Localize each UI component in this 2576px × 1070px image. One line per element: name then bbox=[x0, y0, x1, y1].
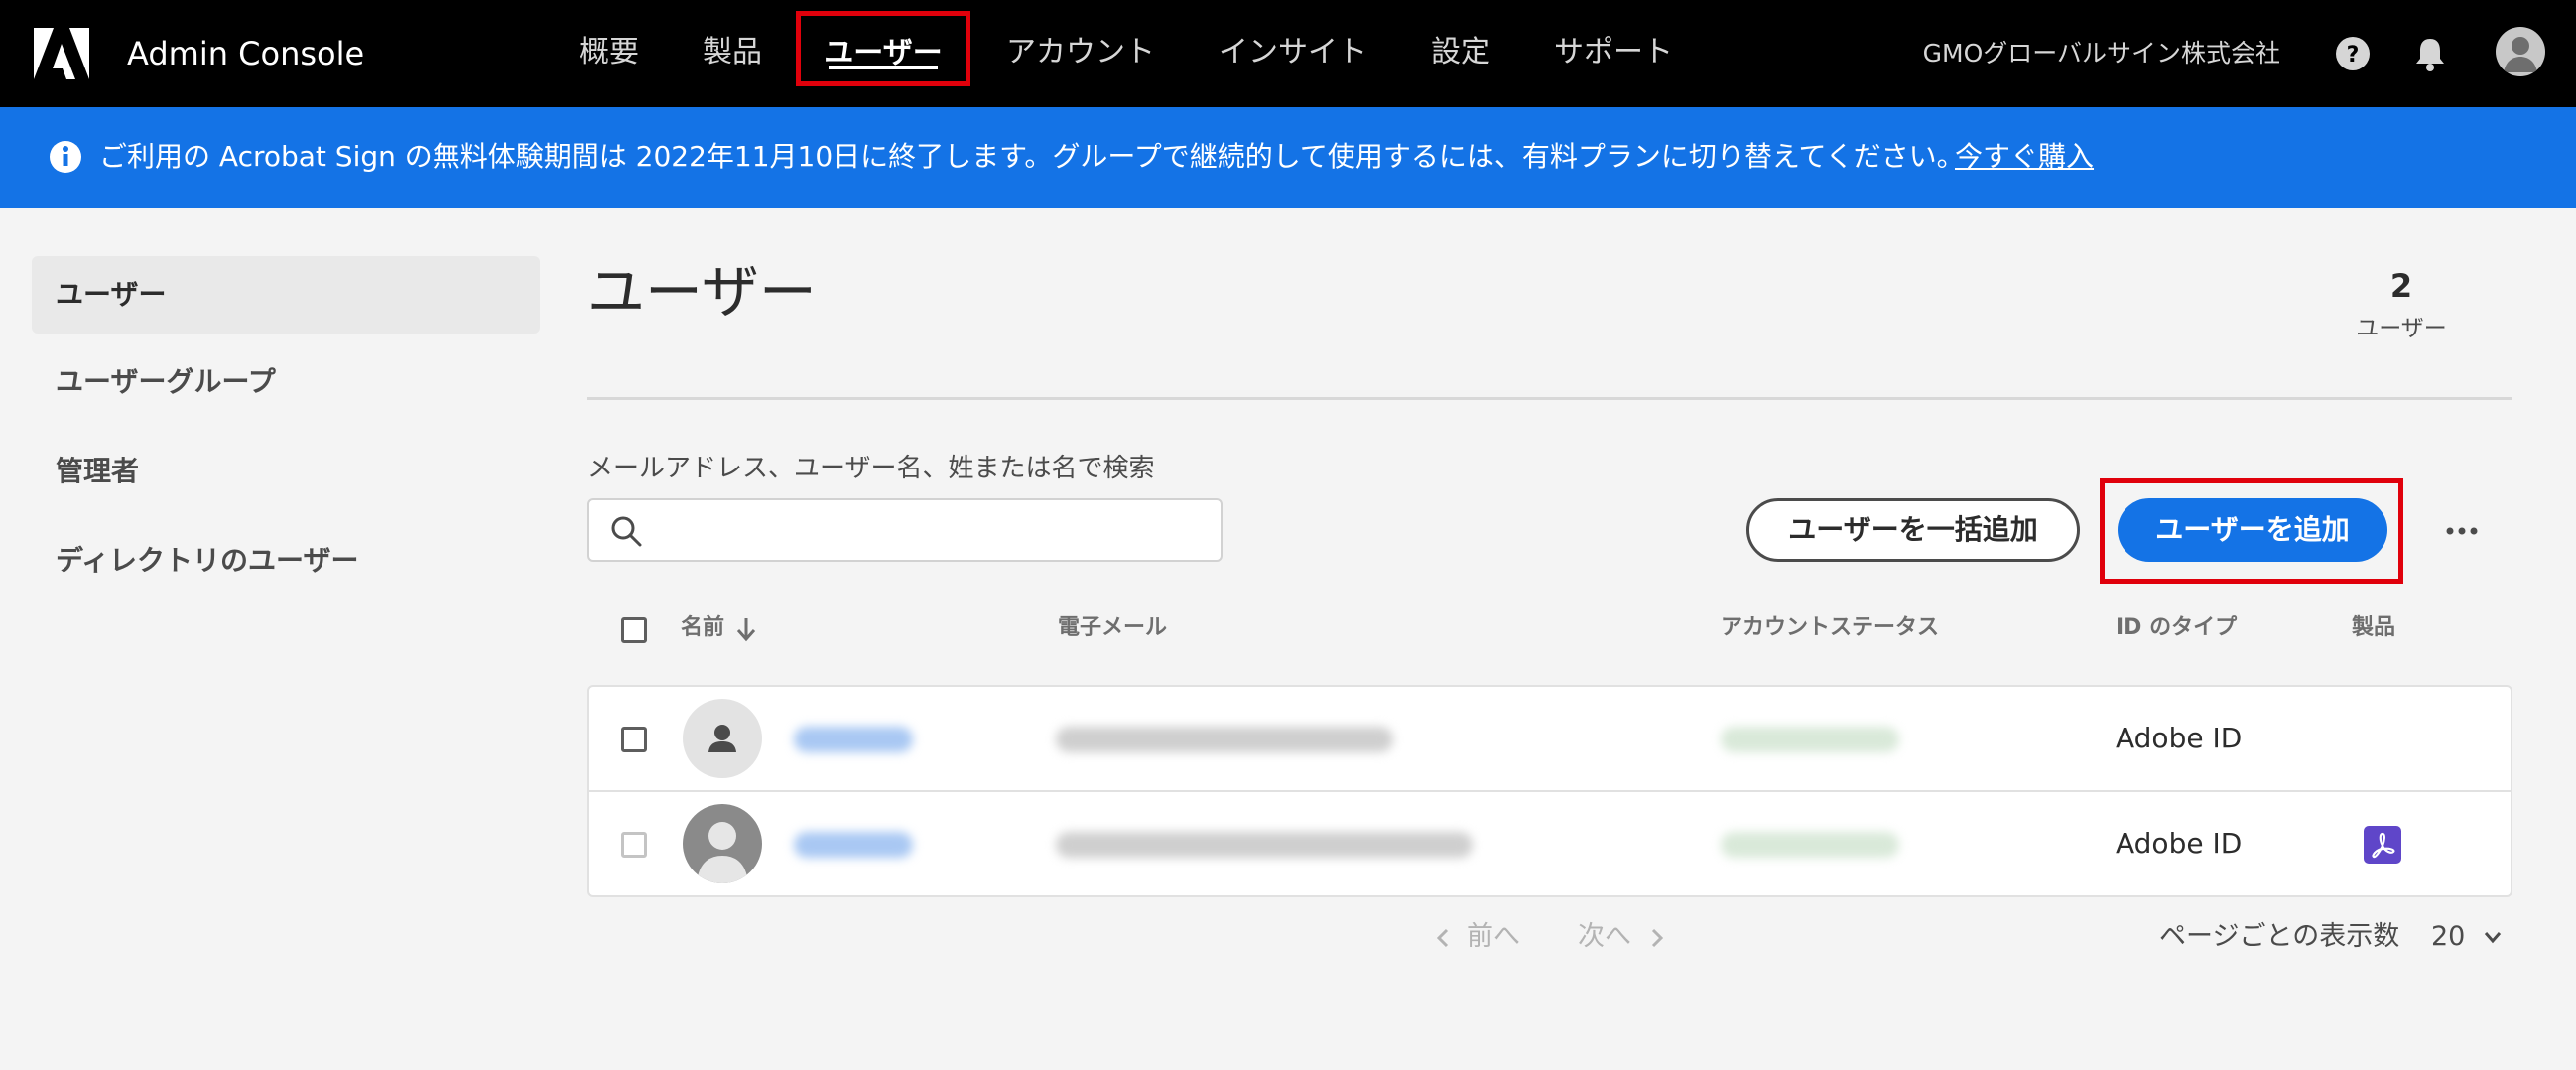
acrobat-icon bbox=[2364, 826, 2401, 864]
column-header-id-type: ID のタイプ bbox=[2116, 615, 2238, 640]
adobe-logo-icon[interactable] bbox=[34, 28, 89, 79]
nav-overview[interactable]: 概要 bbox=[580, 30, 639, 75]
chevron-right-icon bbox=[1647, 927, 1667, 949]
page-title: ユーザー bbox=[587, 258, 817, 326]
select-all-checkbox[interactable] bbox=[621, 617, 647, 643]
user-count: 2 bbox=[2389, 267, 2413, 305]
user-count-label: ユーザー bbox=[2356, 316, 2447, 341]
chevron-down-icon[interactable] bbox=[2481, 925, 2505, 949]
search-label: メールアドレス、ユーザー名、姓または名で検索 bbox=[587, 454, 1155, 483]
per-page-select[interactable]: 20 bbox=[2431, 917, 2465, 957]
id-type: Adobe ID bbox=[2116, 722, 2243, 754]
sidebar-item-administrators[interactable]: 管理者 bbox=[32, 433, 540, 510]
per-page-label: ページごとの表示数 bbox=[2159, 921, 2400, 952]
nav-users[interactable]: ユーザー bbox=[796, 11, 970, 86]
nav-insights[interactable]: インサイト bbox=[1219, 30, 1367, 75]
table-row[interactable]: Adobe ID bbox=[589, 792, 2511, 895]
more-options-icon[interactable] bbox=[2441, 510, 2483, 552]
avatar bbox=[683, 804, 762, 883]
user-email-redacted bbox=[1056, 832, 1473, 858]
users-table: Adobe ID Adobe ID bbox=[587, 685, 2512, 897]
nav-account[interactable]: アカウント bbox=[1006, 30, 1155, 75]
organization-switcher[interactable]: GMOグローバルサイン株式会社 bbox=[1923, 34, 2280, 73]
nav-settings[interactable]: 設定 bbox=[1431, 30, 1490, 75]
top-nav-bar: Admin Console 概要 製品 ユーザー アカウント インサイト 設定 … bbox=[0, 0, 2576, 107]
user-avatar-icon[interactable] bbox=[2496, 27, 2545, 76]
column-header-products: 製品 bbox=[2352, 615, 2396, 640]
column-header-account-status: アカウントステータス bbox=[1721, 615, 1940, 640]
sidebar-item-directory-users[interactable]: ディレクトリのユーザー bbox=[32, 522, 540, 600]
column-header-email: 電子メール bbox=[1058, 615, 1168, 640]
chevron-left-icon bbox=[1433, 927, 1453, 949]
column-header-name[interactable]: 名前 bbox=[681, 611, 724, 645]
avatar bbox=[683, 699, 762, 778]
prev-page-button[interactable]: 前へ bbox=[1467, 917, 1520, 957]
row-checkbox[interactable] bbox=[621, 727, 647, 752]
search-input[interactable] bbox=[657, 508, 1197, 554]
account-status-redacted bbox=[1721, 727, 1899, 752]
table-row[interactable]: Adobe ID bbox=[589, 687, 2511, 790]
user-name-redacted[interactable] bbox=[794, 727, 913, 752]
bulk-add-users-button[interactable]: ユーザーを一括追加 bbox=[1746, 498, 2080, 562]
nav-support[interactable]: サポート bbox=[1554, 30, 1673, 75]
trial-banner: ご利用の Acrobat Sign の無料体験期間は 2022年11月10日に終… bbox=[0, 107, 2576, 208]
info-icon bbox=[48, 139, 83, 175]
search-icon bbox=[609, 514, 643, 548]
user-email-redacted bbox=[1056, 727, 1393, 752]
sort-descending-icon[interactable] bbox=[734, 615, 758, 643]
title-divider bbox=[587, 397, 2512, 400]
app-title[interactable]: Admin Console bbox=[127, 32, 364, 75]
help-icon[interactable]: ? bbox=[2330, 31, 2376, 76]
account-status-redacted bbox=[1721, 832, 1899, 858]
svg-text:?: ? bbox=[2347, 43, 2360, 67]
bell-icon[interactable] bbox=[2407, 31, 2453, 76]
id-type: Adobe ID bbox=[2116, 827, 2243, 860]
user-name-redacted[interactable] bbox=[794, 832, 913, 858]
sidebar-item-user-groups[interactable]: ユーザーグループ bbox=[32, 343, 540, 421]
sidebar-item-users[interactable]: ユーザー bbox=[32, 256, 540, 334]
banner-message: ご利用の Acrobat Sign の無料体験期間は 2022年11月10日に終… bbox=[99, 140, 1965, 173]
nav-products[interactable]: 製品 bbox=[703, 30, 762, 75]
next-page-button[interactable]: 次へ bbox=[1578, 917, 1631, 957]
row-checkbox[interactable] bbox=[621, 832, 647, 858]
buy-now-link[interactable]: 今すぐ購入 bbox=[1955, 137, 2094, 177]
add-user-button[interactable]: ユーザーを追加 bbox=[2118, 498, 2387, 562]
search-field[interactable] bbox=[587, 498, 1223, 562]
